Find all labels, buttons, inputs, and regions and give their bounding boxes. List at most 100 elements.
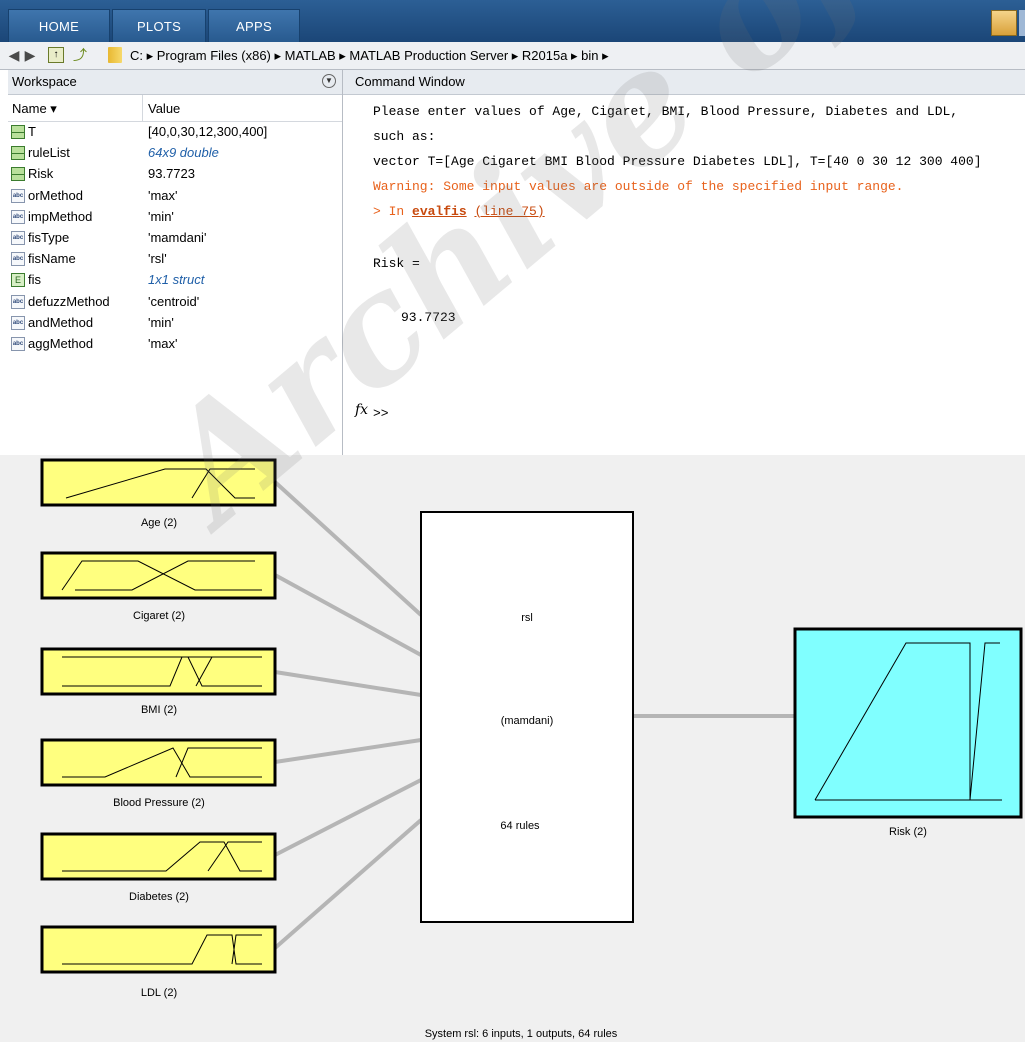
variable-value: 64x9 double xyxy=(148,145,219,161)
variable-value: 1x1 struct xyxy=(148,272,205,288)
output-label: Risk (2) xyxy=(889,826,927,838)
variable-value: 'min' xyxy=(148,208,174,224)
variable-name: aggMethod xyxy=(28,335,94,351)
output-box[interactable] xyxy=(793,627,1023,819)
evalfis-link[interactable]: evalfis xyxy=(412,204,467,219)
warning-message: Warning: Some input values are outside o… xyxy=(373,179,904,194)
folder-icon xyxy=(108,47,122,63)
tab-apps[interactable]: APPS xyxy=(208,9,300,42)
folder-path[interactable]: C: ▸ Program Files (x86) ▸ MATLAB ▸ MATL… xyxy=(130,48,609,64)
variable-name: defuzzMethod xyxy=(28,293,110,309)
input-box[interactable] xyxy=(40,832,277,881)
struct-icon: E xyxy=(11,273,25,288)
workspace-variable-row[interactable]: abc andMethod 'min' xyxy=(8,313,342,334)
workspace-variable-row[interactable]: T [40,0,30,12,300,400] xyxy=(8,122,342,143)
matrix-icon xyxy=(11,146,25,161)
quick-access-overflow-icon[interactable] xyxy=(1019,10,1025,36)
workspace-variable-row[interactable]: abc defuzzMethod 'centroid' xyxy=(8,292,342,313)
workspace-panel: Workspace ▼ Name ▾ Value T [40,0,30,12,30… xyxy=(8,70,343,455)
output-block-risk[interactable]: Risk (2) xyxy=(793,627,1023,838)
fis-diagram: Age (2) Cigaret (2) BMI (2) Blood Pressu… xyxy=(40,458,1023,1040)
connector-line xyxy=(274,778,422,857)
browse-folder-icon[interactable]: ⤴ xyxy=(72,47,88,63)
rule-block[interactable]: rsl (mamdani) 64 rules xyxy=(420,511,634,923)
workspace-header: Workspace ▼ xyxy=(8,70,342,95)
command-window[interactable]: Command Window Please enter values of Ag… xyxy=(343,70,1025,455)
input-block-ldl[interactable]: LDL (2) xyxy=(40,925,277,999)
char-icon: abc xyxy=(11,294,25,309)
variable-name: fis xyxy=(28,272,41,288)
quick-access-icon[interactable] xyxy=(991,10,1017,36)
input-label: LDL (2) xyxy=(141,987,177,999)
variable-value: 'centroid' xyxy=(148,293,200,309)
input-block-cigaret[interactable]: Cigaret (2) xyxy=(40,551,277,622)
variable-name: impMethod xyxy=(28,208,93,224)
workspace-column-header: Name ▾ Value xyxy=(8,95,342,122)
char-icon: abc xyxy=(11,315,25,330)
variable-name: Risk xyxy=(28,166,54,182)
warning-trace: > In evalfis (line 75) xyxy=(373,204,545,219)
input-block-diabetes[interactable]: Diabetes (2) xyxy=(40,832,277,903)
workspace-title: Workspace xyxy=(12,74,77,89)
variable-value: 93.7723 xyxy=(148,166,195,182)
line-number-link[interactable]: (line 75) xyxy=(474,204,544,219)
variable-name: andMethod xyxy=(28,314,94,330)
variable-value: 'min' xyxy=(148,314,174,330)
system-status: System rsl: 6 inputs, 1 outputs, 64 rule… xyxy=(425,1028,618,1040)
input-label: BMI (2) xyxy=(141,704,177,716)
input-block-age[interactable]: Age (2) xyxy=(40,458,277,529)
input-box[interactable] xyxy=(40,551,277,600)
char-icon: abc xyxy=(11,188,25,203)
forward-arrow-icon[interactable]: ▶ xyxy=(22,47,38,63)
workspace-variable-row[interactable]: Efis 1x1 struct xyxy=(8,270,342,291)
input-box[interactable] xyxy=(40,925,277,974)
input-label: Blood Pressure (2) xyxy=(113,797,205,809)
workspace-variable-row[interactable]: ruleList 64x9 double xyxy=(8,143,342,164)
panel-menu-icon[interactable]: ▼ xyxy=(322,74,336,88)
input-box[interactable] xyxy=(40,738,277,787)
input-label: Cigaret (2) xyxy=(133,610,185,622)
command-window-header: Command Window xyxy=(343,70,1025,95)
variable-name: ruleList xyxy=(28,145,70,161)
result-label: Risk = xyxy=(373,256,420,271)
tab-plots[interactable]: PLOTS xyxy=(112,9,206,42)
input-box[interactable] xyxy=(40,647,277,696)
workspace-variable-row[interactable]: abc fisType 'mamdani' xyxy=(8,228,342,249)
char-icon: abc xyxy=(11,252,25,267)
back-arrow-icon[interactable]: ◀ xyxy=(6,47,22,63)
input-label: Diabetes (2) xyxy=(129,891,189,903)
input-block-bmi[interactable]: BMI (2) xyxy=(40,647,277,716)
output-line: such as: xyxy=(373,129,436,144)
up-folder-icon[interactable]: ↑ xyxy=(48,47,64,63)
matrix-icon xyxy=(11,125,25,139)
variable-value: 'max' xyxy=(148,335,178,351)
char-icon: abc xyxy=(11,230,25,245)
system-name-label: rsl xyxy=(521,612,533,624)
connector-line xyxy=(274,573,422,657)
variable-value: 'mamdani' xyxy=(148,229,207,245)
variable-name: orMethod xyxy=(28,187,83,203)
command-prompt[interactable]: >> xyxy=(373,406,389,421)
input-block-blood-pressure[interactable]: Blood Pressure (2) xyxy=(40,738,277,809)
current-folder-bar: ◀ ▶ ↑ ⤴ C: ▸ Program Files (x86) ▸ MATLA… xyxy=(0,42,1025,70)
connector-line xyxy=(273,480,423,617)
result-value: 93.7723 xyxy=(401,310,456,325)
column-divider[interactable] xyxy=(142,95,143,121)
input-label: Age (2) xyxy=(141,517,177,529)
matrix-icon xyxy=(11,167,25,182)
tab-home[interactable]: HOME xyxy=(8,9,110,42)
variable-name: fisType xyxy=(28,229,70,245)
char-icon: abc xyxy=(11,336,25,351)
name-column-header[interactable]: Name ▾ xyxy=(12,101,57,117)
workspace-variable-list: T [40,0,30,12,300,400] ruleList 64x9 double… xyxy=(8,122,342,355)
output-line: Please enter values of Age, Cigaret, BMI… xyxy=(373,104,959,119)
workspace-variable-row[interactable]: abc fisName 'rsl' xyxy=(8,249,342,270)
workspace-variable-row[interactable]: Risk 93.7723 xyxy=(8,164,342,185)
variable-name: T xyxy=(28,124,36,139)
value-column-header[interactable]: Value xyxy=(148,101,180,116)
workspace-variable-row[interactable]: abc impMethod 'min' xyxy=(8,207,342,228)
char-icon: abc xyxy=(11,209,25,224)
function-browser-icon[interactable]: fx xyxy=(355,402,368,418)
workspace-variable-row[interactable]: abc orMethod 'max' xyxy=(8,186,342,207)
workspace-variable-row[interactable]: abc aggMethod 'max' xyxy=(8,334,342,355)
